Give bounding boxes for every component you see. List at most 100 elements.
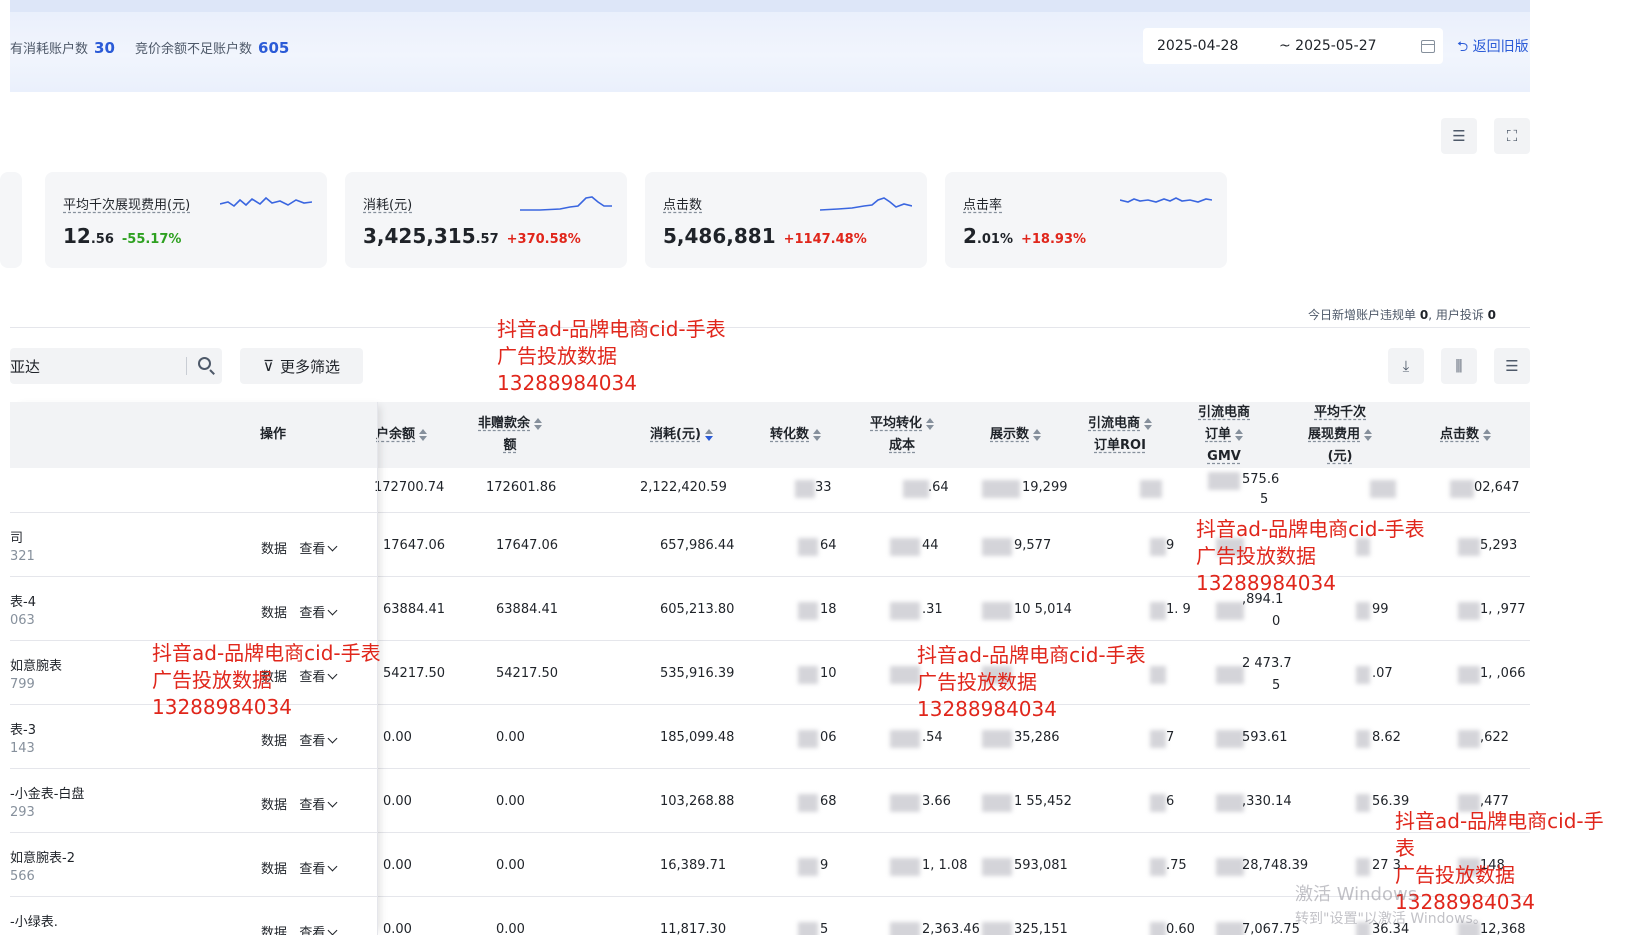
cell-conversions: 68 (820, 794, 837, 809)
cell-avg-conv-cost: 2,363.46 (922, 922, 980, 935)
cell-balance: 0.00 (383, 730, 412, 745)
metric-card-clicks[interactable]: 点击数 5,486,881 +1147.48% (645, 172, 927, 268)
cell-impressions: 35,286 (1014, 730, 1060, 745)
cell-balance: 0.00 (383, 858, 412, 873)
more-filters-button[interactable]: ⊽ 更多筛选 (240, 348, 363, 384)
search-input[interactable]: 亚达 (10, 348, 222, 384)
metric-delta: +370.58% (506, 232, 581, 247)
cell-impressions: 593,081 (1014, 858, 1068, 873)
customize-metrics-button[interactable]: ☰ (1441, 118, 1477, 154)
col-avg-conv-cost[interactable]: 平均转化 成本 (870, 413, 935, 457)
cell-conversions: 18 (820, 602, 837, 617)
columns-icon: ⫼ (1455, 357, 1463, 375)
metric-label: 消耗(元) (363, 198, 413, 213)
table-settings-button[interactable]: ☰ (1494, 348, 1530, 384)
cell-conversions: 9 (820, 858, 829, 873)
cell-avg-conv-cost: .54 (922, 730, 943, 745)
sliders-icon: ☰ (1505, 357, 1519, 375)
violation-notice: 今日新增账户违规单 0, 用户投诉 0 (1308, 308, 1497, 322)
windows-activate-hint: 转到"设置"以激活 Windows。 (1295, 911, 1487, 927)
divider (10, 327, 1530, 328)
cell-roi: .75 (1166, 858, 1187, 873)
cell-nongift: 0.00 (496, 858, 525, 873)
cell-conversions: 06 (820, 730, 837, 745)
cell-balance: 54217.50 (383, 666, 446, 681)
cell-conversions: 10 (820, 666, 837, 681)
cell-nongift: 63884.41 (496, 602, 559, 617)
metric-delta: +18.93% (1020, 232, 1087, 247)
metric-delta: +1147.48% (783, 232, 867, 247)
cell-avg-conv-cost: .31 (922, 602, 943, 617)
cell-gmv: 7,067.75 (1242, 922, 1300, 935)
sparkline (520, 196, 612, 211)
cell-conversions: 64 (820, 538, 837, 553)
cell-impressions: 325,151 (1014, 922, 1068, 935)
download-button[interactable]: ⤓ (1388, 348, 1424, 384)
cell-nongift: 0.00 (496, 730, 525, 745)
active-accounts-stat: 有消耗账户数 30 (10, 38, 115, 57)
metric-card-ctr[interactable]: 点击率 2.01% +18.93% (945, 172, 1227, 268)
back-label: 返回旧版 (1472, 39, 1529, 55)
search-icon[interactable] (198, 357, 211, 370)
cell-balance: 17647.06 (383, 538, 446, 553)
sparkline (220, 196, 312, 208)
col-impressions[interactable]: 展示数 (990, 424, 1042, 446)
cell-nongift: 17647.06 (496, 538, 559, 553)
cell-cpm: 56.39 (1372, 794, 1410, 809)
cell-avg-conv-cost: 1, 1.08 (922, 858, 968, 873)
cell-nongift: 54217.50 (496, 666, 559, 681)
date-start[interactable]: 2025-04-28 (1157, 38, 1279, 54)
metric-value: 5,486,881 +1147.48% (663, 224, 867, 248)
col-cpm[interactable]: 平均千次 展现费用 (元) (1308, 402, 1373, 468)
cell-cost: 16,389.71 (660, 858, 727, 873)
cell-balance: 0.00 (383, 922, 412, 935)
cell-clicks: 1, ,977 (1480, 602, 1526, 617)
metric-delta: -55.17% (121, 232, 182, 247)
cell-cpm: 99 (1372, 602, 1389, 617)
filter-icon: ⊽ (263, 357, 274, 375)
cell-cost: 657,986.44 (660, 538, 735, 553)
watermark-5: 抖音ad-品牌电商cid-手表广告投放数据 13288984034 (1395, 809, 1604, 914)
col-order-gmv[interactable]: 引流电商 订单 GMV (1198, 402, 1250, 468)
date-end[interactable]: ~ 2025-05-27 (1279, 38, 1421, 54)
summary-bar: 有消耗账户数 30 竞价余额不足账户数 605 2025-04-28 ~ 2025-… (10, 0, 1530, 92)
watermark-3: 抖音ad-品牌电商cid-手表 广告投放数据 13288984034 (152, 641, 381, 719)
col-balance[interactable]: 户余额 (376, 424, 428, 446)
metric-label: 点击率 (963, 198, 1003, 213)
col-cost[interactable]: 消耗(元) (650, 424, 713, 446)
active-accounts-count: 30 (94, 39, 115, 57)
metric-value: 12.56 -55.17% (63, 224, 182, 248)
cell-gmv-cont: 5 (1272, 678, 1281, 693)
col-clicks[interactable]: 点击数 (1440, 424, 1492, 446)
metric-card-cpm[interactable]: 平均千次展现费用(元) 12.56 -55.17% (45, 172, 327, 268)
col-conversions[interactable]: 转化数 (770, 424, 822, 446)
undo-icon: ⮌ (1457, 39, 1469, 55)
cell-impressions: 1 55,452 (1014, 794, 1072, 809)
calendar-icon[interactable] (1421, 39, 1435, 53)
date-range-picker[interactable]: 2025-04-28 ~ 2025-05-27 (1143, 28, 1443, 64)
cell-cost: 185,099.48 (660, 730, 735, 745)
cell-clicks: 5,293 (1480, 538, 1518, 553)
cell-balance: 63884.41 (383, 602, 446, 617)
fullscreen-button[interactable]: ⛶ (1494, 118, 1530, 154)
metric-label: 点击数 (663, 198, 703, 213)
metric-card-cost[interactable]: 消耗(元) 3,425,315.57 +370.58% (345, 172, 627, 268)
cell-clicks: ,622 (1480, 730, 1509, 745)
columns-button[interactable]: ⫼ (1441, 348, 1477, 384)
sparkline (820, 197, 912, 211)
cell-nongift: 0.00 (496, 794, 525, 809)
cell-cost: 605,213.80 (660, 602, 735, 617)
search-value[interactable]: 亚达 (10, 356, 40, 377)
metric-card-partial[interactable] (0, 172, 22, 268)
search-separator (186, 357, 187, 375)
cell-cost: 535,916.39 (660, 666, 735, 681)
active-accounts-label: 有消耗账户数 (10, 42, 89, 57)
more-filters-label: 更多筛选 (279, 357, 340, 376)
cell-avg-conv-cost: 44 (922, 538, 939, 553)
low-balance-count: 605 (258, 39, 290, 57)
col-order-roi[interactable]: 引流电商 订单ROI (1088, 413, 1153, 457)
watermark-4: 抖音ad-品牌电商cid-手表 广告投放数据 13288984034 (917, 643, 1146, 721)
back-to-old-version-link[interactable]: ⮌ 返回旧版 (1457, 36, 1529, 60)
col-nongift-balance[interactable]: 非赠款余额 (478, 413, 543, 457)
cell-roi: 9 (1166, 538, 1175, 553)
